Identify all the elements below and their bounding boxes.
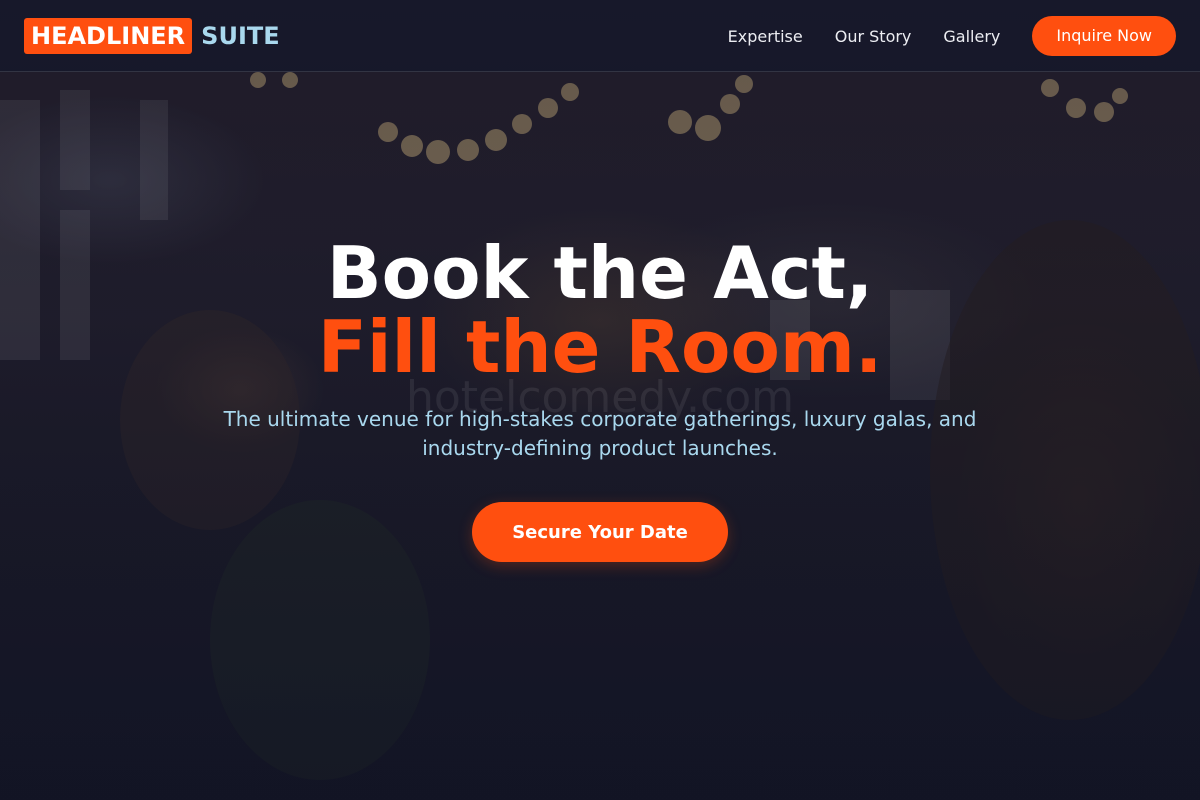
hero-subtext: The ultimate venue for high-stakes corpo… <box>223 407 977 460</box>
headline-line-2: Fill the Room. <box>317 305 883 389</box>
logo-secondary-text: SUITE <box>201 22 280 50</box>
nav-link-our-story[interactable]: Our Story <box>835 27 912 46</box>
nav-links: Expertise Our Story Gallery Inquire Now <box>728 0 1176 72</box>
nav-link-expertise[interactable]: Expertise <box>728 27 803 46</box>
inquire-now-button[interactable]: Inquire Now <box>1032 16 1176 56</box>
secure-your-date-button[interactable]: Secure Your Date <box>472 502 728 562</box>
logo-primary-text: HEADLINER <box>24 18 193 54</box>
headline-line-1: Book the Act, <box>326 231 874 315</box>
brand-logo[interactable]: HEADLINER SUITE <box>24 18 280 54</box>
top-navbar: HEADLINER SUITE Expertise Our Story Gall… <box>0 0 1200 72</box>
nav-link-gallery[interactable]: Gallery <box>943 27 1000 46</box>
hero-headline: Book the Act, Fill the Room. <box>0 236 1200 384</box>
hero-overlay <box>0 0 1200 800</box>
